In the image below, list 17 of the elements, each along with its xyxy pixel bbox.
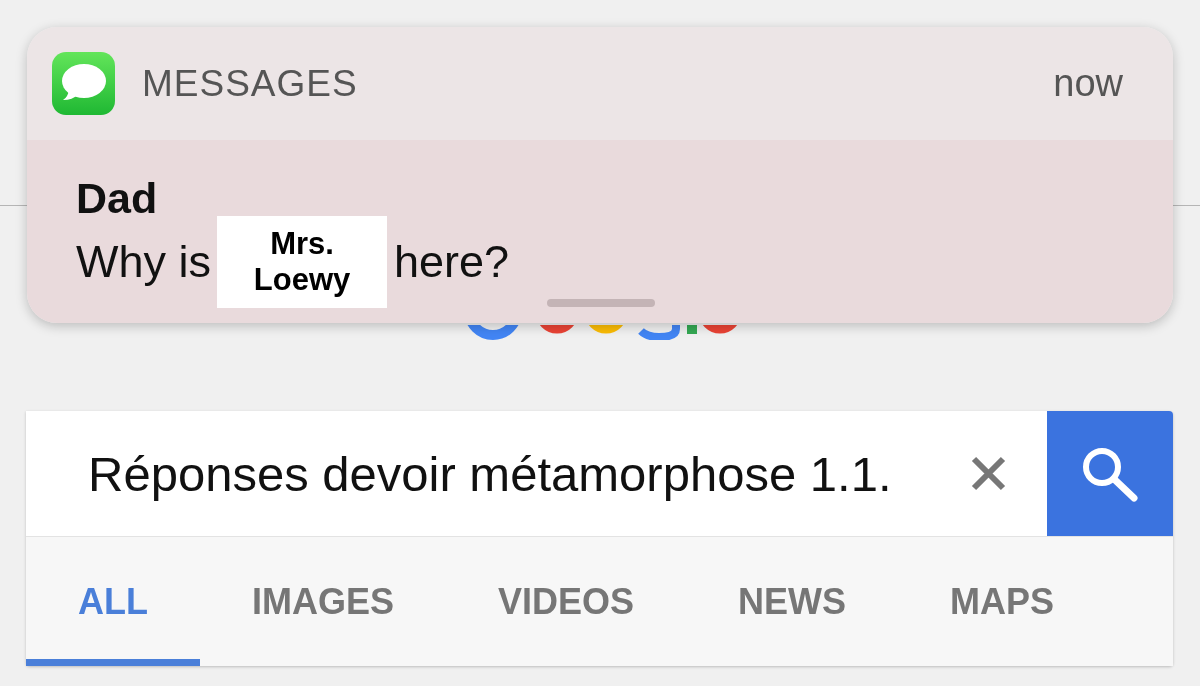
message-text: Why is — [76, 236, 211, 288]
search-button[interactable] — [1047, 411, 1173, 536]
clear-button[interactable] — [970, 455, 1007, 492]
timestamp: now — [1053, 62, 1123, 105]
tab[interactable]: IMAGES — [200, 537, 446, 666]
tab[interactable]: ALL — [26, 537, 200, 666]
name-sticker: Mrs. Loewy — [217, 216, 387, 308]
app-name: MESSAGES — [142, 62, 359, 105]
close-icon — [970, 455, 1007, 492]
tab[interactable]: VIDEOS — [446, 537, 687, 666]
tab[interactable]: MAPS — [898, 537, 1107, 666]
grabber-handle[interactable] — [547, 299, 655, 307]
tab[interactable]: NEWS — [686, 537, 899, 666]
search-field[interactable]: Réponses devoir métamorphose 1.1. — [26, 411, 1047, 536]
message-text: here? — [394, 236, 510, 288]
speech-bubble-icon — [52, 52, 115, 115]
sender-name: Dad — [76, 177, 158, 220]
